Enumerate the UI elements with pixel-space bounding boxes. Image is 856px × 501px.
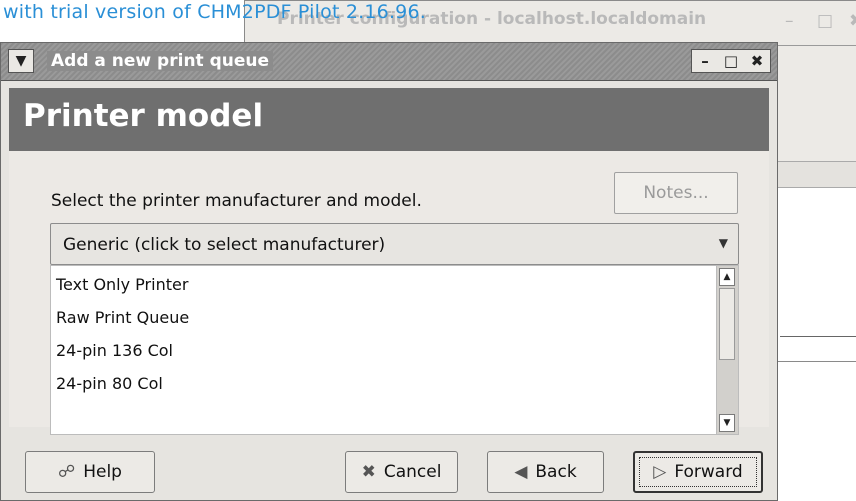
instruction-label: Select the printer manufacturer and mode… <box>51 191 422 211</box>
manufacturer-value: Generic (click to select manufacturer) <box>63 235 386 255</box>
scrollbar-thumb[interactable] <box>719 288 735 360</box>
help-icon: ☍ <box>58 462 76 482</box>
maximize-icon[interactable]: □ <box>817 11 833 31</box>
minimize-icon[interactable]: – <box>785 11 794 31</box>
vertical-scrollbar[interactable]: ▲ ▼ <box>716 266 738 434</box>
scroll-down-button[interactable]: ▼ <box>719 414 735 432</box>
close-button[interactable]: ✖ <box>744 50 770 72</box>
help-button[interactable]: ☍ Help <box>25 451 155 493</box>
window-controls: – □ ✖ <box>691 49 771 73</box>
cancel-label: Cancel <box>383 462 442 482</box>
manufacturer-select[interactable]: Generic (click to select manufacturer) ▼ <box>50 223 739 265</box>
back-label: Back <box>535 462 577 482</box>
background-divider <box>780 336 856 337</box>
back-arrow-icon: ◀ <box>514 462 528 482</box>
dialog-title: Add a new print queue <box>47 51 274 71</box>
arrow-down-icon: ▼ <box>723 418 731 428</box>
notes-button[interactable]: Notes... <box>614 172 738 214</box>
maximize-icon: □ <box>723 52 739 70</box>
window-menu-button[interactable]: ▼ <box>8 49 34 73</box>
list-item[interactable]: 24-pin 80 Col <box>51 365 716 398</box>
back-button[interactable]: ◀ Back <box>487 451 604 493</box>
chevron-down-icon: ▼ <box>15 53 27 69</box>
forward-label: Forward <box>674 462 743 482</box>
list-item[interactable]: Raw Print Queue <box>51 299 716 332</box>
scroll-up-button[interactable]: ▲ <box>719 268 735 286</box>
list-item[interactable]: Text Only Printer <box>51 266 716 299</box>
add-print-queue-dialog: ▼ Add a new print queue – □ ✖ Printer mo… <box>0 42 778 501</box>
cancel-icon: ✖ <box>361 462 376 482</box>
help-label: Help <box>83 462 122 482</box>
maximize-button[interactable]: □ <box>718 50 744 72</box>
close-icon[interactable]: ✖ <box>849 11 856 31</box>
forward-button[interactable]: ▷ Forward <box>633 451 763 493</box>
printer-model-list[interactable]: Text Only Printer Raw Print Queue 24-pin… <box>50 265 739 435</box>
watermark-text: with trial version of CHM2PDF Pilot 2.16… <box>3 1 426 23</box>
arrow-up-icon: ▲ <box>723 272 731 282</box>
page-title: Printer model <box>23 98 264 134</box>
dialog-footer: ☍ Help ✖ Cancel ◀ Back ▷ Forward <box>9 447 769 497</box>
forward-focus-ring: ▷ Forward <box>639 457 757 487</box>
minimize-icon: – <box>701 52 709 70</box>
forward-arrow-icon: ▷ <box>653 462 667 482</box>
dialog-titlebar[interactable]: ▼ Add a new print queue – □ ✖ <box>1 43 777 81</box>
dropdown-arrow-icon: ▼ <box>718 236 728 250</box>
list-item[interactable]: 24-pin 136 Col <box>51 332 716 365</box>
dialog-content: Select the printer manufacturer and mode… <box>9 151 769 435</box>
close-icon: ✖ <box>750 52 764 70</box>
minimize-button[interactable]: – <box>692 50 718 72</box>
cancel-button[interactable]: ✖ Cancel <box>345 451 458 493</box>
page-header: Printer model <box>9 88 769 151</box>
